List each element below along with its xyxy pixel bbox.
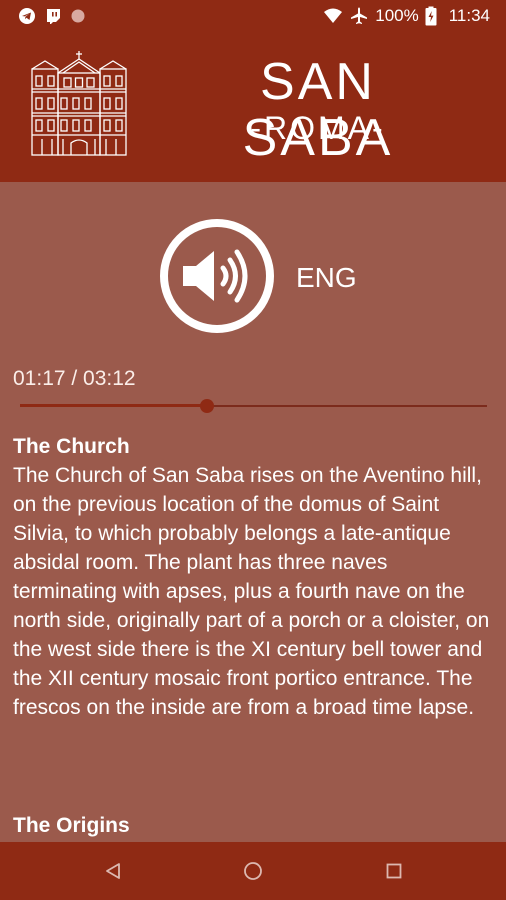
home-icon — [244, 862, 262, 880]
seek-thumb[interactable] — [200, 399, 215, 413]
recents-button[interactable] — [381, 858, 407, 884]
article-content: The Church The Church of San Saba rises … — [13, 432, 497, 722]
section-title-origins: The Origins — [13, 814, 130, 837]
section-body-church: The Church of San Saba rises on the Aven… — [13, 464, 490, 719]
home-button[interactable] — [240, 858, 266, 884]
back-icon — [106, 863, 120, 879]
battery-percent: 100% — [375, 6, 419, 25]
recents-icon — [386, 863, 402, 879]
app-header: SAN SABA -ROMA- — [0, 32, 506, 182]
twitch-icon — [44, 7, 62, 25]
status-bar: 100% 11:34 — [0, 0, 506, 32]
airplane-icon — [349, 6, 369, 26]
language-label[interactable]: ENG — [296, 262, 357, 294]
speaker-icon — [183, 249, 248, 303]
audio-play-button[interactable] — [160, 219, 274, 333]
app-subtitle: -ROMA- — [250, 110, 386, 146]
seek-progress-fill — [20, 404, 208, 407]
status-right: 100% 11:34 — [317, 4, 490, 28]
church-facade-logo — [31, 51, 127, 156]
wifi-icon — [323, 7, 343, 25]
back-button[interactable] — [100, 858, 126, 884]
telegram-icon — [18, 7, 36, 25]
status-left — [18, 6, 94, 26]
section-title-church: The Church — [13, 435, 130, 458]
time-readout: 01:17 / 03:12 — [13, 367, 136, 390]
dot-icon — [70, 8, 86, 24]
battery-icon — [425, 6, 437, 26]
clock: 11:34 — [448, 6, 490, 25]
seek-bar[interactable] — [20, 398, 487, 414]
navigation-bar — [0, 842, 506, 900]
